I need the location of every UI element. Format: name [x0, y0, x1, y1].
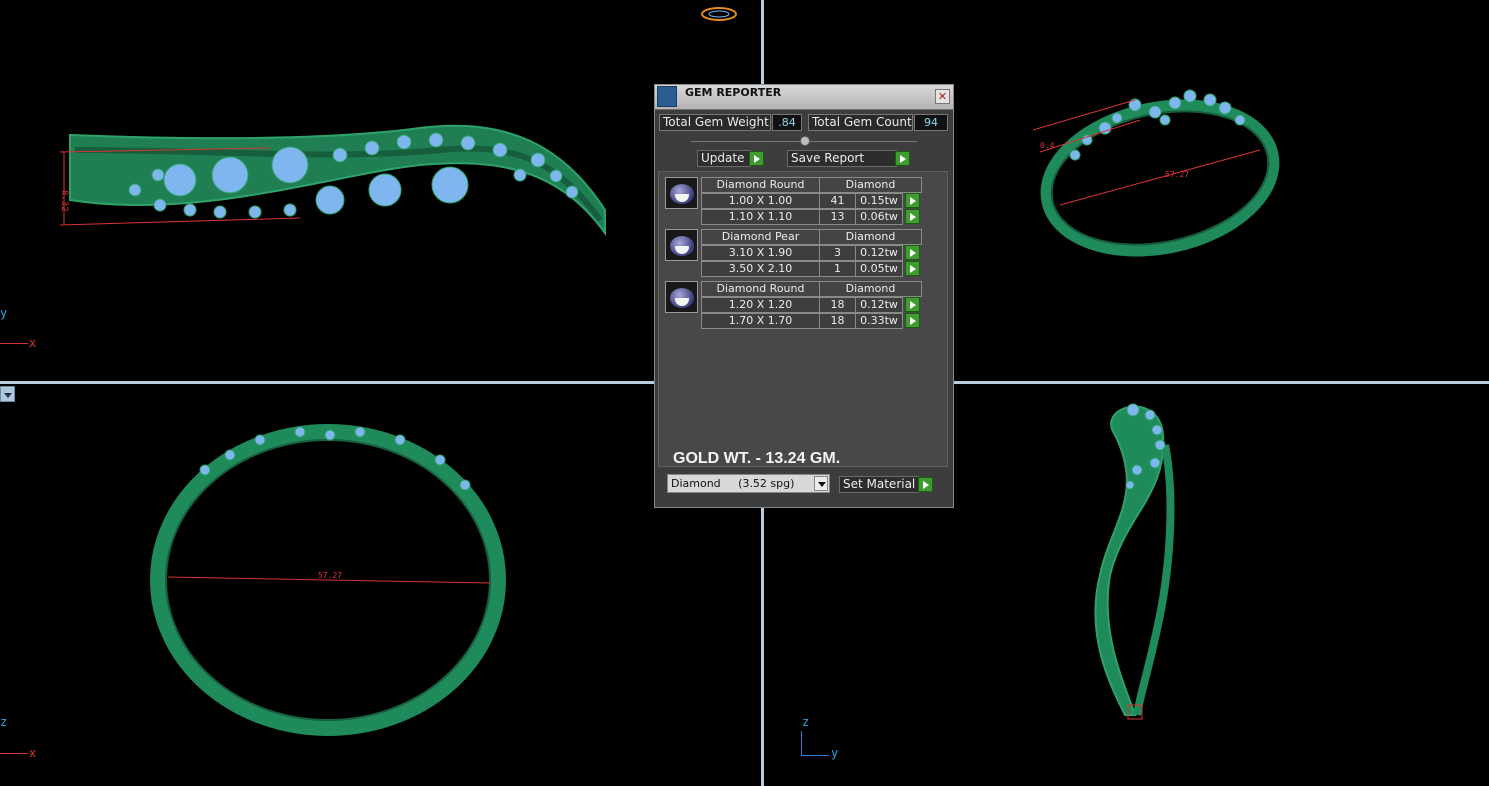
gem-group: Diamond Round Diamond 1.20 X 1.20 18 0.1…	[665, 281, 925, 329]
gem-icon	[670, 288, 694, 308]
save-report-button[interactable]: Save Report	[787, 150, 897, 167]
gem-count: 13	[819, 209, 856, 225]
gem-icon	[670, 184, 694, 204]
gem-weight: 0.05tw	[855, 261, 903, 277]
gem-material: Diamond	[819, 229, 922, 245]
select-gem-icon[interactable]	[905, 313, 920, 328]
gem-size: 3.10 X 1.90	[701, 245, 820, 261]
set-material-play-icon[interactable]	[918, 477, 933, 492]
total-gem-count-label: Total Gem Count	[808, 114, 913, 131]
gem-count: 18	[819, 297, 856, 313]
gem-count: 18	[819, 313, 856, 329]
axis-x-label: x	[29, 746, 37, 760]
axis-y-label: y	[0, 306, 8, 320]
update-button[interactable]: Update	[697, 150, 751, 167]
gem-weight: 0.15tw	[855, 193, 903, 209]
gem-reporter-icon	[657, 86, 677, 107]
update-play-icon[interactable]	[749, 151, 764, 166]
axis-z-label: z	[0, 715, 8, 729]
gem-group: Diamond Pear Diamond 3.10 X 1.90 3 0.12t…	[665, 229, 925, 277]
dimension-label: 57.27	[318, 571, 342, 580]
viewport-top-left[interactable]: 8.32 y x	[0, 0, 760, 381]
select-gem-icon[interactable]	[905, 245, 920, 260]
gem-count: 41	[819, 193, 856, 209]
axis-y-label: y	[831, 746, 839, 760]
viewport-menu-toggle[interactable]	[0, 386, 15, 402]
select-gem-icon[interactable]	[905, 261, 920, 276]
material-select-value: Diamond (3.52 spg)	[671, 477, 795, 490]
dimension-a-label: 0.4	[1040, 141, 1055, 150]
axis-x-line	[0, 753, 28, 754]
gem-group: Diamond Round Diamond 1.00 X 1.00 41 0.1…	[665, 177, 925, 225]
axis-x-label: x	[29, 336, 37, 350]
diamond-pear-thumbnail	[665, 229, 698, 261]
gem-shape: Diamond Pear	[701, 229, 820, 245]
select-gem-icon[interactable]	[905, 297, 920, 312]
view-cube-icon[interactable]	[700, 6, 738, 22]
ring-top-view: 8.32	[59, 124, 606, 237]
total-gem-weight-value: .84	[772, 114, 802, 131]
gem-reporter-panel: GEM REPORTER ✕ Total Gem Weight .84 Tota…	[654, 84, 954, 508]
select-gem-icon[interactable]	[905, 193, 920, 208]
gem-weight: 0.06tw	[855, 209, 903, 225]
axis-x-line	[0, 343, 28, 344]
dimension-label: 8.32	[59, 190, 69, 212]
panel-title: GEM REPORTER	[685, 86, 782, 99]
total-gem-count-value: 94	[914, 114, 948, 131]
close-button[interactable]: ✕	[935, 89, 950, 104]
viewport-bottom-left[interactable]: 57.27 z x	[0, 385, 760, 786]
dimension-b-label: 57.27	[1165, 170, 1189, 179]
panel-slider-handle[interactable]	[800, 136, 810, 146]
gem-size: 1.00 X 1.00	[701, 193, 820, 209]
gem-shape: Diamond Round	[701, 281, 820, 297]
gem-weight: 0.12tw	[855, 245, 903, 261]
select-gem-icon[interactable]	[905, 209, 920, 224]
gem-weight: 0.33tw	[855, 313, 903, 329]
total-gem-weight-label: Total Gem Weight	[659, 114, 771, 131]
gem-icon	[670, 236, 694, 256]
gem-size: 1.70 X 1.70	[701, 313, 820, 329]
gem-material: Diamond	[819, 177, 922, 193]
gem-size: 1.20 X 1.20	[701, 297, 820, 313]
axis-z-label: z	[802, 715, 810, 729]
gem-shape: Diamond Round	[701, 177, 820, 193]
save-report-play-icon[interactable]	[895, 151, 910, 166]
gem-count: 1	[819, 261, 856, 277]
chevron-down-icon[interactable]	[814, 476, 828, 491]
axis-y-line	[801, 755, 829, 756]
ring-front-view: 57.27	[150, 424, 506, 736]
gem-weight: 0.12tw	[855, 297, 903, 313]
gem-size: 3.50 X 2.10	[701, 261, 820, 277]
diamond-round-thumbnail	[665, 281, 698, 313]
diamond-round-thumbnail	[665, 177, 698, 209]
gem-material: Diamond	[819, 281, 922, 297]
gem-size: 1.10 X 1.10	[701, 209, 820, 225]
axis-z-line	[801, 731, 802, 755]
gem-list[interactable]: Diamond Round Diamond 1.00 X 1.00 41 0.1…	[658, 171, 948, 467]
set-material-button[interactable]: Set Material	[839, 476, 919, 493]
gem-count: 3	[819, 245, 856, 261]
panel-titlebar[interactable]: GEM REPORTER ✕	[655, 85, 953, 110]
material-select[interactable]: Diamond (3.52 spg)	[667, 474, 830, 493]
gold-weight-note: GOLD WT. - 13.24 GM.	[673, 450, 841, 467]
